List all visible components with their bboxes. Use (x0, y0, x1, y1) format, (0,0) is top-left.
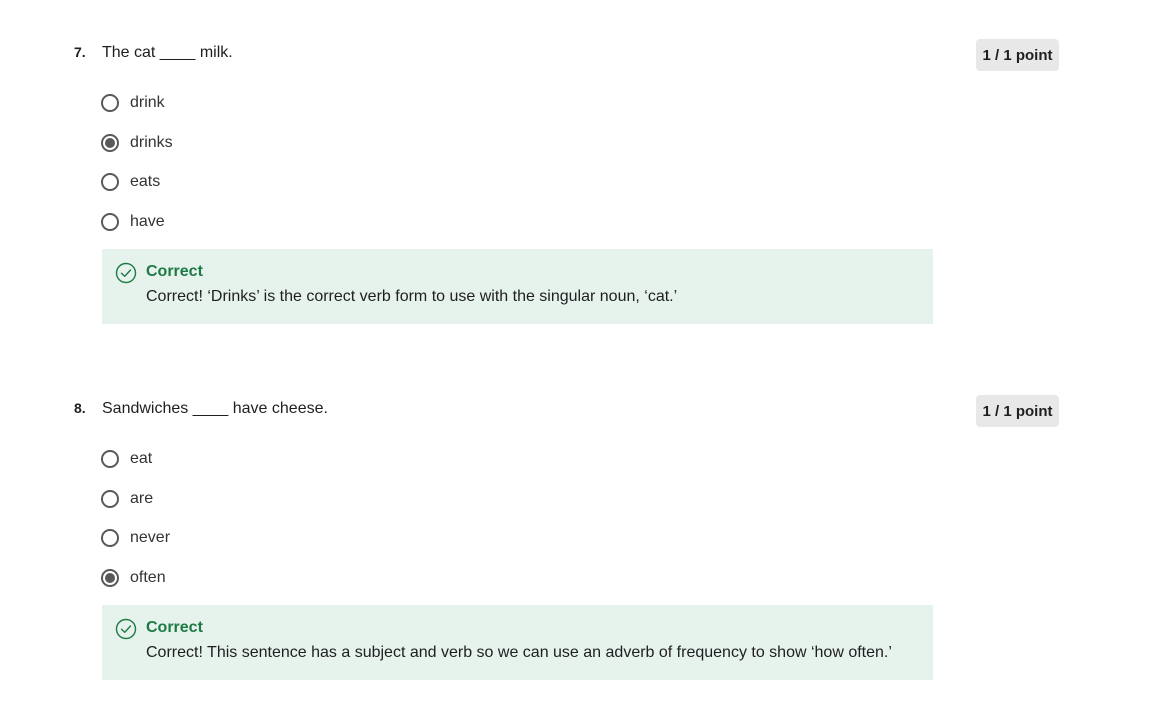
option-often[interactable]: often (101, 566, 166, 590)
option-never[interactable]: never (101, 526, 170, 550)
option-label: eats (130, 173, 161, 190)
option-label: eat (130, 450, 153, 467)
feedback-status: Correct (146, 263, 203, 280)
option-label: never (130, 529, 171, 546)
option-label: have (130, 213, 165, 230)
radio-button[interactable] (101, 213, 119, 231)
option-eats[interactable]: eats (101, 170, 160, 194)
option-label: drinks (130, 134, 173, 151)
check-circle-icon (115, 262, 137, 284)
question-number: 7. (74, 44, 86, 60)
question-prompt: Sandwiches ____ have cheese. (102, 400, 328, 417)
option-label: drink (130, 94, 165, 111)
option-have[interactable]: have (101, 210, 165, 234)
feedback-status: Correct (146, 619, 203, 636)
option-eat[interactable]: eat (101, 447, 152, 471)
option-drink[interactable]: drink (101, 91, 165, 115)
points-badge: 1 / 1 point (976, 39, 1059, 71)
question-prompt: The cat ____ milk. (102, 44, 233, 61)
option-drinks[interactable]: drinks (101, 131, 173, 155)
feedback-message: Correct! This sentence has a subject and… (146, 644, 892, 661)
points-badge: 1 / 1 point (976, 395, 1059, 427)
radio-button[interactable] (101, 529, 119, 547)
feedback-panel: Correct Correct! ‘Drinks’ is the correct… (102, 249, 933, 324)
question-number: 8. (74, 400, 86, 416)
check-circle-icon (115, 618, 137, 640)
feedback-message: Correct! ‘Drinks’ is the correct verb fo… (146, 288, 678, 305)
radio-button-selected[interactable] (101, 569, 119, 587)
radio-button[interactable] (101, 173, 119, 191)
radio-button[interactable] (101, 94, 119, 112)
option-are[interactable]: are (101, 487, 153, 511)
option-label: often (130, 569, 166, 586)
option-label: are (130, 490, 154, 507)
radio-button-selected[interactable] (101, 134, 119, 152)
radio-button[interactable] (101, 450, 119, 468)
radio-button[interactable] (101, 490, 119, 508)
feedback-panel: Correct Correct! This sentence has a sub… (102, 605, 933, 680)
